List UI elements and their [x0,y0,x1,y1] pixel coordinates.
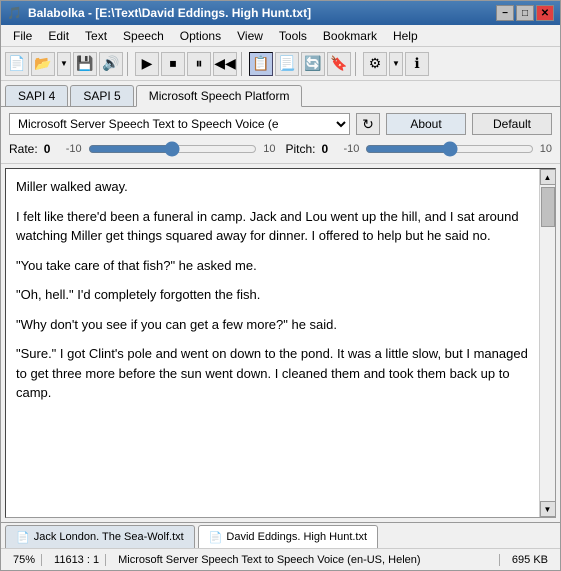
pitch-max: 10 [540,143,552,155]
menu-text[interactable]: Text [77,27,115,45]
toolbar-separator-1 [127,52,131,76]
info-button[interactable]: ℹ [405,52,429,76]
bottom-tab-sea-wolf[interactable]: 📄 Jack London. The Sea-Wolf.txt [5,525,195,548]
title-bar-controls: − □ ✕ [496,5,554,21]
pitch-slider[interactable] [365,141,533,157]
file-icon-1: 📄 [16,531,30,544]
menu-help[interactable]: Help [385,27,426,45]
menu-speech[interactable]: Speech [115,27,172,45]
tab-sapi4[interactable]: SAPI 4 [5,85,68,106]
pitch-label: Pitch: [286,142,316,156]
minimize-button[interactable]: − [496,5,514,21]
bottom-tabs: 📄 Jack London. The Sea-Wolf.txt 📄 David … [1,522,560,548]
text-paragraph: "Oh, hell." I'd completely forgotten the… [16,285,529,305]
scrollbar: ▲ ▼ [539,169,555,517]
rate-value: 0 [44,142,60,156]
open-dropdown[interactable]: ▼ [57,52,71,76]
text-paragraph: "You take care of that fish?" he asked m… [16,256,529,276]
toolbar-separator-2 [241,52,245,76]
default-button[interactable]: Default [472,113,552,135]
save-audio-button[interactable]: 🔊 [99,52,123,76]
stop-button[interactable]: ⏹ [161,52,185,76]
menu-view[interactable]: View [229,27,271,45]
menu-bar: File Edit Text Speech Options View Tools… [1,25,560,47]
pitch-min: -10 [344,143,360,155]
voice-select-row: Microsoft Server Speech Text to Speech V… [9,113,552,135]
rate-max: 10 [263,143,275,155]
rate-slider[interactable] [88,141,258,157]
open-button[interactable]: 📂 [31,52,55,76]
refresh-button[interactable]: ↻ [356,113,380,135]
status-size: 695 KB [506,554,554,566]
toolbar: 📄 📂 ▼ 💾 🔊 ▶ ⏹ ⏸ ◀◀ 📋 📃 🔄 🔖 ⚙ ▼ ℹ [1,47,560,81]
convert-button[interactable]: 🔄 [301,52,325,76]
file-icon-2: 📄 [209,531,223,544]
scroll-up-button[interactable]: ▲ [540,169,556,185]
sliders-row: Rate: 0 -10 10 Pitch: 0 -10 10 [9,141,552,157]
document-alt-button[interactable]: 📃 [275,52,299,76]
bookmark-button[interactable]: 🔖 [327,52,351,76]
text-paragraph: Miller walked away. [16,177,529,197]
status-bar: 75% 11613 : 1 Microsoft Server Speech Te… [1,548,560,570]
settings-dropdown[interactable]: ▼ [389,52,403,76]
new-button[interactable]: 📄 [5,52,29,76]
menu-file[interactable]: File [5,27,40,45]
title-bar: 🎵 Balabolka - [E:\Text\David Eddings. Hi… [1,1,560,25]
bottom-tab-high-hunt[interactable]: 📄 David Eddings. High Hunt.txt [198,525,378,548]
text-paragraph: "Sure." I got Clint's pole and went on d… [16,344,529,403]
voice-select[interactable]: Microsoft Server Speech Text to Speech V… [9,113,350,135]
menu-tools[interactable]: Tools [271,27,315,45]
text-paragraph: I felt like there'd been a funeral in ca… [16,207,529,246]
pause-button[interactable]: ⏸ [187,52,211,76]
pitch-slider-group: Pitch: 0 -10 10 [286,141,553,157]
bottom-tab-high-hunt-label: David Eddings. High Hunt.txt [226,531,367,543]
settings-button[interactable]: ⚙ [363,52,387,76]
about-button[interactable]: About [386,113,466,135]
close-button[interactable]: ✕ [536,5,554,21]
title-bar-left: 🎵 Balabolka - [E:\Text\David Eddings. Hi… [7,6,311,20]
app-icon: 🎵 [7,6,22,20]
menu-edit[interactable]: Edit [40,27,77,45]
tab-sapi5[interactable]: SAPI 5 [70,85,133,106]
status-position: 11613 : 1 [48,554,106,566]
status-zoom: 75% [7,554,42,566]
text-paragraph: "Why don't you see if you can get a few … [16,315,529,335]
status-voice: Microsoft Server Speech Text to Speech V… [112,554,500,566]
text-content[interactable]: Miller walked away. I felt like there'd b… [6,169,539,517]
text-area-wrapper: Miller walked away. I felt like there'd b… [5,168,556,518]
window-title: Balabolka - [E:\Text\David Eddings. High… [28,6,311,20]
rate-min: -10 [66,143,82,155]
scroll-down-button[interactable]: ▼ [540,501,556,517]
save-button[interactable]: 💾 [73,52,97,76]
bottom-tab-sea-wolf-label: Jack London. The Sea-Wolf.txt [34,531,184,543]
scroll-thumb[interactable] [541,187,555,227]
menu-bookmark[interactable]: Bookmark [315,27,385,45]
play-button[interactable]: ▶ [135,52,159,76]
voice-tabs: SAPI 4 SAPI 5 Microsoft Speech Platform [1,81,560,107]
menu-options[interactable]: Options [172,27,229,45]
document-button[interactable]: 📋 [249,52,273,76]
rewind-button[interactable]: ◀◀ [213,52,237,76]
toolbar-separator-3 [355,52,359,76]
rate-slider-group: Rate: 0 -10 10 [9,141,276,157]
rate-label: Rate: [9,142,38,156]
tab-microsoft-speech[interactable]: Microsoft Speech Platform [136,85,303,107]
main-window: 🎵 Balabolka - [E:\Text\David Eddings. Hi… [0,0,561,571]
voice-panel: Microsoft Server Speech Text to Speech V… [1,107,560,164]
pitch-value: 0 [322,142,338,156]
maximize-button[interactable]: □ [516,5,534,21]
